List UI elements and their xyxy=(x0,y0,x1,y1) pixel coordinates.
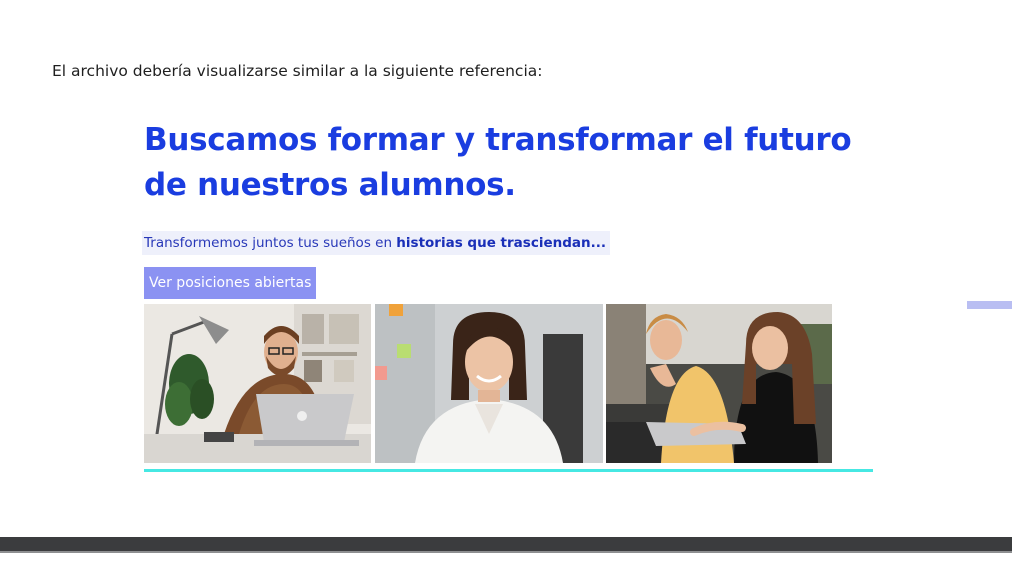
side-tab xyxy=(967,301,1012,309)
subtitle-bold: historias que trasciendan... xyxy=(396,235,606,251)
headline: Buscamos formar y transformar el futuro … xyxy=(144,122,852,203)
intro-text: El archivo debería visualizarse similar … xyxy=(52,62,543,80)
bottom-bar xyxy=(0,537,1012,551)
accent-underline xyxy=(144,469,873,472)
bottom-bar-shadow xyxy=(0,551,1012,553)
man-with-laptop-photo xyxy=(144,304,371,463)
subtitle-prefix: Transformemos juntos tus sueños en xyxy=(144,235,397,251)
two-women-laptop-photo xyxy=(606,304,832,463)
smiling-woman-photo xyxy=(375,304,603,463)
subtitle: Transformemos juntos tus sueños en histo… xyxy=(142,231,610,255)
open-positions-button[interactable]: Ver posiciones abiertas xyxy=(144,267,317,299)
